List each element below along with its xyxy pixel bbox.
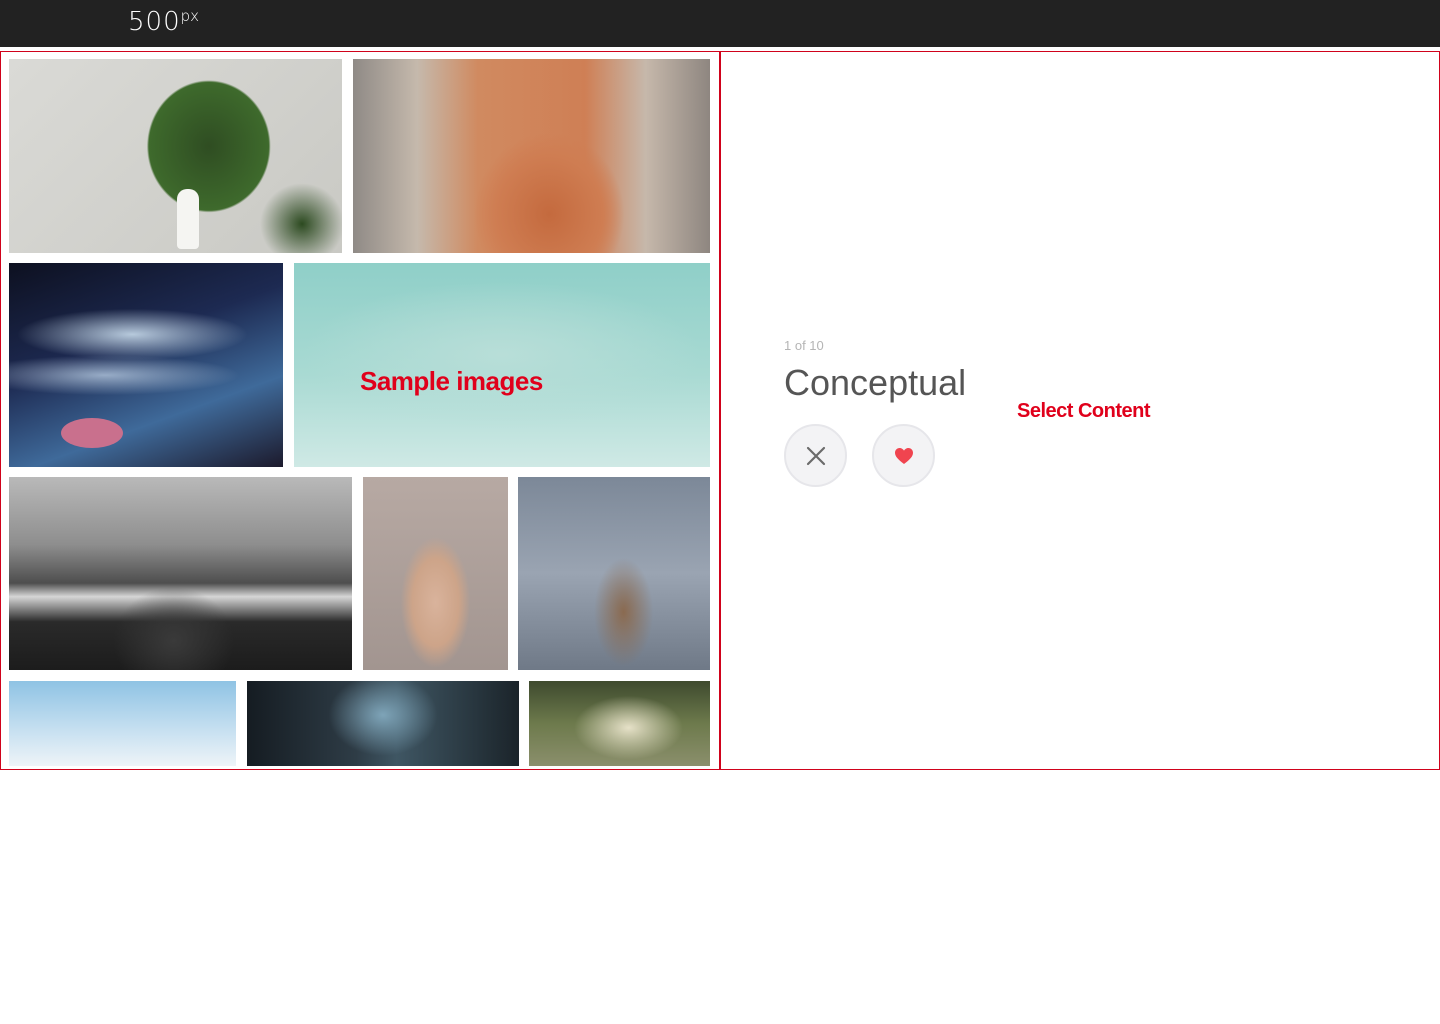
photo-night-sky-tree	[9, 263, 283, 467]
photo-trees-light	[529, 681, 710, 766]
heart-icon	[894, 447, 913, 464]
close-icon	[806, 446, 825, 465]
logo-sup-text: px	[180, 7, 200, 25]
category-title: Conceptual	[784, 362, 967, 403]
sample-images-label: Sample images	[360, 366, 543, 396]
photo-portrait	[363, 477, 508, 670]
photo-ivy-wall	[9, 59, 342, 253]
logo-main-text: 500	[128, 7, 181, 37]
photo-mountain-figure	[9, 477, 352, 670]
category-counter: 1 of 10	[784, 338, 824, 353]
photo-butterflies	[518, 477, 710, 670]
photo-orange-dress	[353, 59, 710, 253]
select-content-label: Select Content	[1017, 400, 1151, 422]
top-bar: 500px	[0, 0, 1440, 47]
500px-logo[interactable]: 500px	[128, 7, 200, 39]
like-button[interactable]	[872, 424, 935, 487]
photo-forest-umbrella	[247, 681, 519, 766]
sample-images-panel	[0, 51, 721, 770]
photo-mint-headboard	[294, 263, 710, 467]
photo-snow	[9, 681, 236, 766]
dislike-button[interactable]	[784, 424, 847, 487]
